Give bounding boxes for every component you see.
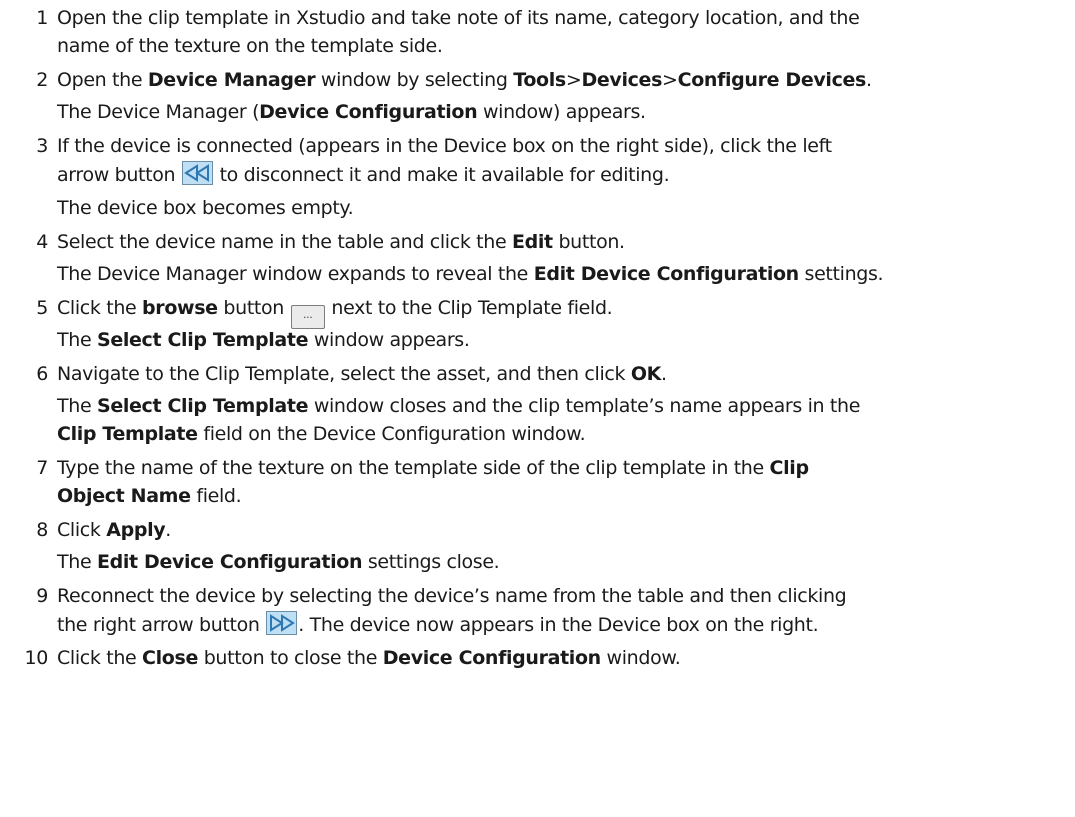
- result-text: The: [57, 551, 97, 573]
- result-text: The device box becomes empty.: [57, 197, 354, 219]
- step-text: Reconnect the device by selecting the de…: [57, 585, 847, 607]
- menu-separator: >: [662, 69, 678, 91]
- step-number: 10: [24, 647, 49, 669]
- step-text: next to the Clip Template field.: [325, 297, 613, 319]
- result-text: The Device Manager window expands to rev…: [57, 263, 534, 285]
- step-text: to disconnect it and make it available f…: [213, 164, 670, 186]
- step-text: . The device now appears in the Device b…: [298, 614, 819, 636]
- step-number: 1: [36, 7, 48, 29]
- step-number: 9: [36, 585, 48, 607]
- step-number: 2: [36, 69, 48, 91]
- step-number: 6: [36, 363, 48, 385]
- step-text: button.: [552, 231, 625, 253]
- step-text: Open the clip template in Xstudio and ta…: [57, 7, 860, 29]
- result-text: field on the Device Configuration window…: [197, 423, 586, 445]
- step-text: button to close the: [198, 647, 383, 669]
- ui-term-apply: Apply: [106, 519, 166, 541]
- ui-term-object-name: Object Name: [57, 485, 191, 507]
- menu-tools: Tools: [513, 69, 566, 91]
- step-4-line-1: 4 Select the device name in the table an…: [36, 229, 1075, 256]
- step-8-line-1: 8 Click Apply.: [36, 517, 1075, 544]
- step-text: .: [661, 363, 667, 385]
- step-number: 3: [36, 135, 48, 157]
- result-text: window) appears.: [477, 101, 646, 123]
- result-text: window closes and the clip template’s na…: [308, 395, 861, 417]
- instruction-document: 1 Open the clip template in Xstudio and …: [0, 0, 1075, 817]
- ui-term-edit: Edit: [512, 231, 553, 253]
- result-text: The: [57, 395, 97, 417]
- menu-devices: Devices: [581, 69, 663, 91]
- step-6-result-line-1: The Select Clip Template window closes a…: [57, 393, 1075, 420]
- ui-term-device-configuration: Device Configuration: [259, 101, 478, 123]
- result-text: The: [57, 329, 97, 351]
- step-text: field.: [190, 485, 242, 507]
- step-text: Open the: [57, 69, 148, 91]
- step-text: Select the device name in the table and …: [57, 231, 512, 253]
- step-8-result: The Edit Device Configuration settings c…: [57, 549, 1075, 576]
- step-text: Type the name of the texture on the temp…: [57, 457, 770, 479]
- step-number: 7: [36, 457, 48, 479]
- result-text: settings.: [798, 263, 884, 285]
- ui-term-close: Close: [142, 647, 199, 669]
- step-10-line-1: 10 Click the Close button to close the D…: [25, 645, 1075, 672]
- menu-separator: >: [565, 69, 582, 91]
- forward-arrow-icon: [266, 611, 298, 635]
- step-text: window.: [600, 647, 681, 669]
- browse-ellipsis-icon: ...: [290, 305, 325, 329]
- step-text: .: [165, 519, 171, 541]
- step-7-line-2: Object Name field.: [57, 483, 1075, 510]
- step-9-line-1: 9 Reconnect the device by selecting the …: [36, 583, 1075, 610]
- step-text: window by selecting: [315, 69, 514, 91]
- ui-term-browse: browse: [142, 297, 218, 319]
- step-5-line-1: 5 Click the browse button ... next to th…: [36, 295, 1075, 329]
- result-text: window appears.: [308, 329, 470, 351]
- ui-term-clip-template: Clip Template: [57, 423, 198, 445]
- step-3-line-1: 3 If the device is connected (appears in…: [36, 133, 1075, 160]
- step-text: name of the texture on the template side…: [57, 35, 443, 57]
- result-text: settings close.: [362, 551, 500, 573]
- ui-term-select-clip-template: Select Clip Template: [96, 395, 309, 417]
- step-text: .: [866, 69, 872, 91]
- step-text: Click the: [57, 297, 143, 319]
- step-text: arrow button: [57, 164, 181, 186]
- ui-term-clip: Clip: [769, 457, 810, 479]
- step-text: button: [217, 297, 290, 319]
- step-1-line-2: name of the texture on the template side…: [57, 33, 1075, 60]
- ui-term-ok: OK: [630, 363, 662, 385]
- step-3-result: The device box becomes empty.: [57, 195, 1075, 222]
- step-text: the right arrow button: [57, 614, 266, 636]
- step-2-result: The Device Manager (Device Configuration…: [57, 99, 1075, 126]
- step-text: If the device is connected (appears in t…: [57, 135, 832, 157]
- step-number: 5: [36, 297, 48, 319]
- ui-term-device-configuration: Device Configuration: [382, 647, 601, 669]
- step-6-result-line-2: Clip Template field on the Device Config…: [57, 421, 1075, 448]
- result-text: The Device Manager (: [57, 101, 260, 123]
- menu-configure-devices: Configure Devices: [677, 69, 867, 91]
- step-text: Navigate to the Clip Template, select th…: [57, 363, 631, 385]
- rewind-arrow-icon: [181, 161, 213, 185]
- ui-term-device-manager: Device Manager: [147, 69, 316, 91]
- ui-term-select-clip-template: Select Clip Template: [96, 329, 309, 351]
- step-6-line-1: 6 Navigate to the Clip Template, select …: [36, 361, 1075, 388]
- step-number: 8: [36, 519, 48, 541]
- ui-term-edit-device-configuration: Edit Device Configuration: [96, 551, 363, 573]
- step-9-line-2: the right arrow button . The device now …: [57, 611, 1075, 639]
- ui-term-edit-device-configuration: Edit Device Configuration: [533, 263, 800, 285]
- step-number: 4: [36, 231, 48, 253]
- step-7-line-1: 7 Type the name of the texture on the te…: [36, 455, 1075, 482]
- step-text: Click: [57, 519, 107, 541]
- step-3-line-2: arrow button to disconnect it and make i…: [57, 161, 1075, 189]
- step-text: Click the: [57, 647, 143, 669]
- step-5-result: The Select Clip Template window appears.: [57, 327, 1075, 354]
- step-1-line-1: 1 Open the clip template in Xstudio and …: [36, 5, 1075, 32]
- step-4-result: The Device Manager window expands to rev…: [57, 261, 1075, 288]
- step-2-line-1: 2 Open the Device Manager window by sele…: [36, 67, 1075, 94]
